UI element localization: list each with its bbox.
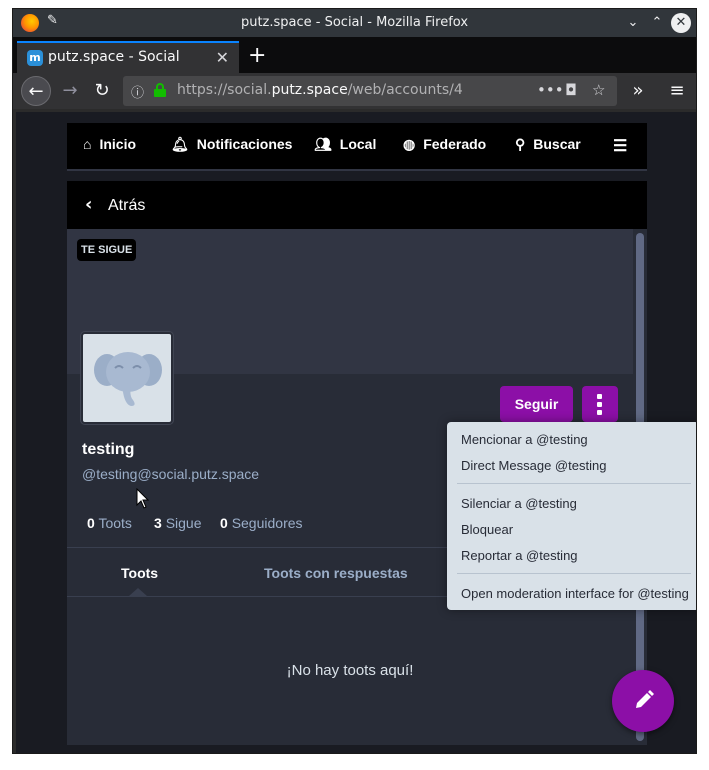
menu-separator	[457, 483, 691, 484]
nav-local[interactable]: 👥︎ Local	[314, 136, 376, 153]
menu-item-report[interactable]: Reportar a @testing	[461, 548, 578, 563]
back-label: Atrás	[108, 197, 146, 214]
follow-button[interactable]: Seguir	[500, 386, 573, 422]
display-name: testing	[82, 441, 135, 458]
menu-item-direct-message[interactable]: Direct Message @testing	[461, 458, 606, 473]
minimize-icon[interactable]: ⌄	[623, 13, 643, 33]
mouse-cursor-icon	[136, 488, 150, 509]
search-icon: ⚲	[515, 136, 526, 152]
firefox-window: ✎ putz.space - Social - Mozilla Firefox …	[13, 9, 696, 753]
overflow-icon[interactable]: »	[623, 76, 653, 106]
globe-icon: ◍	[403, 136, 416, 152]
follows-you-badge: TE SIGUE	[77, 239, 137, 261]
nav-menu-icon[interactable]: ☰	[613, 136, 627, 156]
nav-notifications[interactable]: 🔔︎ Notificaciones	[171, 136, 292, 153]
window-title: putz.space - Social - Mozilla Firefox	[240, 15, 469, 30]
compose-button[interactable]	[612, 670, 674, 732]
page-actions-icon[interactable]: •••	[537, 81, 564, 99]
maximize-icon[interactable]: ⌃	[647, 13, 667, 33]
lock-icon[interactable]	[154, 83, 166, 97]
account-handle: @testing@social.putz.space	[82, 466, 260, 482]
mastodon-favicon-icon: m	[27, 50, 43, 66]
menu-item-mute[interactable]: Silenciar a @testing	[461, 496, 577, 511]
nav-federated[interactable]: ◍ Federado	[403, 136, 486, 153]
tab-close-icon[interactable]: ✕	[216, 48, 229, 67]
home-icon: ⌂	[83, 136, 92, 152]
ellipsis-vertical-icon	[597, 394, 602, 399]
url-text[interactable]: https://social.putz.space/web/accounts/4	[177, 82, 463, 98]
bookmark-star-icon[interactable]: ☆	[592, 81, 605, 99]
page-content: ⌂ Inicio 🔔︎ Notificaciones 👥︎ Local ◍ Federa…	[16, 112, 696, 753]
tab-bar: m putz.space - Social ✕	[13, 37, 696, 73]
nav-bar: ← → ↻ ⓘ https://social.putz.space/web/ac…	[13, 73, 696, 109]
back-icon[interactable]: ←	[21, 76, 51, 106]
users-icon: 👥︎	[314, 136, 332, 152]
column-header[interactable]: ‹ Atrás	[67, 181, 647, 229]
menu-item-mention[interactable]: Mencionar a @testing	[461, 432, 588, 447]
menu-item-block[interactable]: Bloquear	[461, 522, 513, 537]
tab-toots[interactable]: Toots	[121, 565, 158, 581]
top-navigation: ⌂ Inicio 🔔︎ Notificaciones 👥︎ Local ◍ Federa…	[67, 123, 647, 169]
followers-counter[interactable]: 0 Seguidores	[220, 515, 303, 531]
url-bar[interactable]: ⓘ https://social.putz.space/web/accounts…	[123, 76, 617, 106]
nav-divider	[67, 169, 647, 171]
toots-counter[interactable]: 0 Toots	[87, 515, 132, 531]
menu-item-moderation[interactable]: Open moderation interface for @testing	[461, 586, 689, 601]
forward-icon[interactable]: →	[55, 76, 85, 106]
reload-icon[interactable]: ↻	[87, 76, 117, 106]
browser-tab[interactable]: m putz.space - Social ✕	[17, 41, 239, 73]
chevron-left-icon: ‹	[85, 194, 93, 215]
following-counter[interactable]: 3 Sigue	[154, 515, 202, 531]
hamburger-menu-icon[interactable]: ≡	[662, 76, 692, 106]
nav-home[interactable]: ⌂ Inicio	[83, 136, 136, 152]
pocket-icon[interactable]: ◘	[565, 81, 577, 99]
close-window-icon[interactable]: ✕	[671, 13, 691, 33]
pencil-icon	[636, 690, 654, 708]
menu-separator	[457, 573, 691, 574]
elephant-avatar-icon	[94, 352, 162, 406]
tab-title: putz.space - Social	[48, 49, 180, 65]
active-tab-indicator	[129, 588, 147, 596]
avatar[interactable]	[80, 331, 174, 425]
account-actions-dropdown: Mencionar a @testing Direct Message @tes…	[447, 422, 696, 610]
tab-toots-replies[interactable]: Toots con respuestas	[264, 565, 408, 581]
bell-icon: 🔔︎	[171, 136, 189, 152]
info-icon[interactable]: ⓘ	[131, 82, 144, 101]
more-options-button[interactable]	[582, 386, 618, 422]
title-bar: ✎ putz.space - Social - Mozilla Firefox …	[13, 9, 696, 37]
empty-timeline-message: ¡No hay toots aquí!	[286, 662, 414, 679]
new-tab-icon[interactable]: +	[248, 43, 266, 68]
nav-search[interactable]: ⚲ Buscar	[515, 136, 581, 153]
